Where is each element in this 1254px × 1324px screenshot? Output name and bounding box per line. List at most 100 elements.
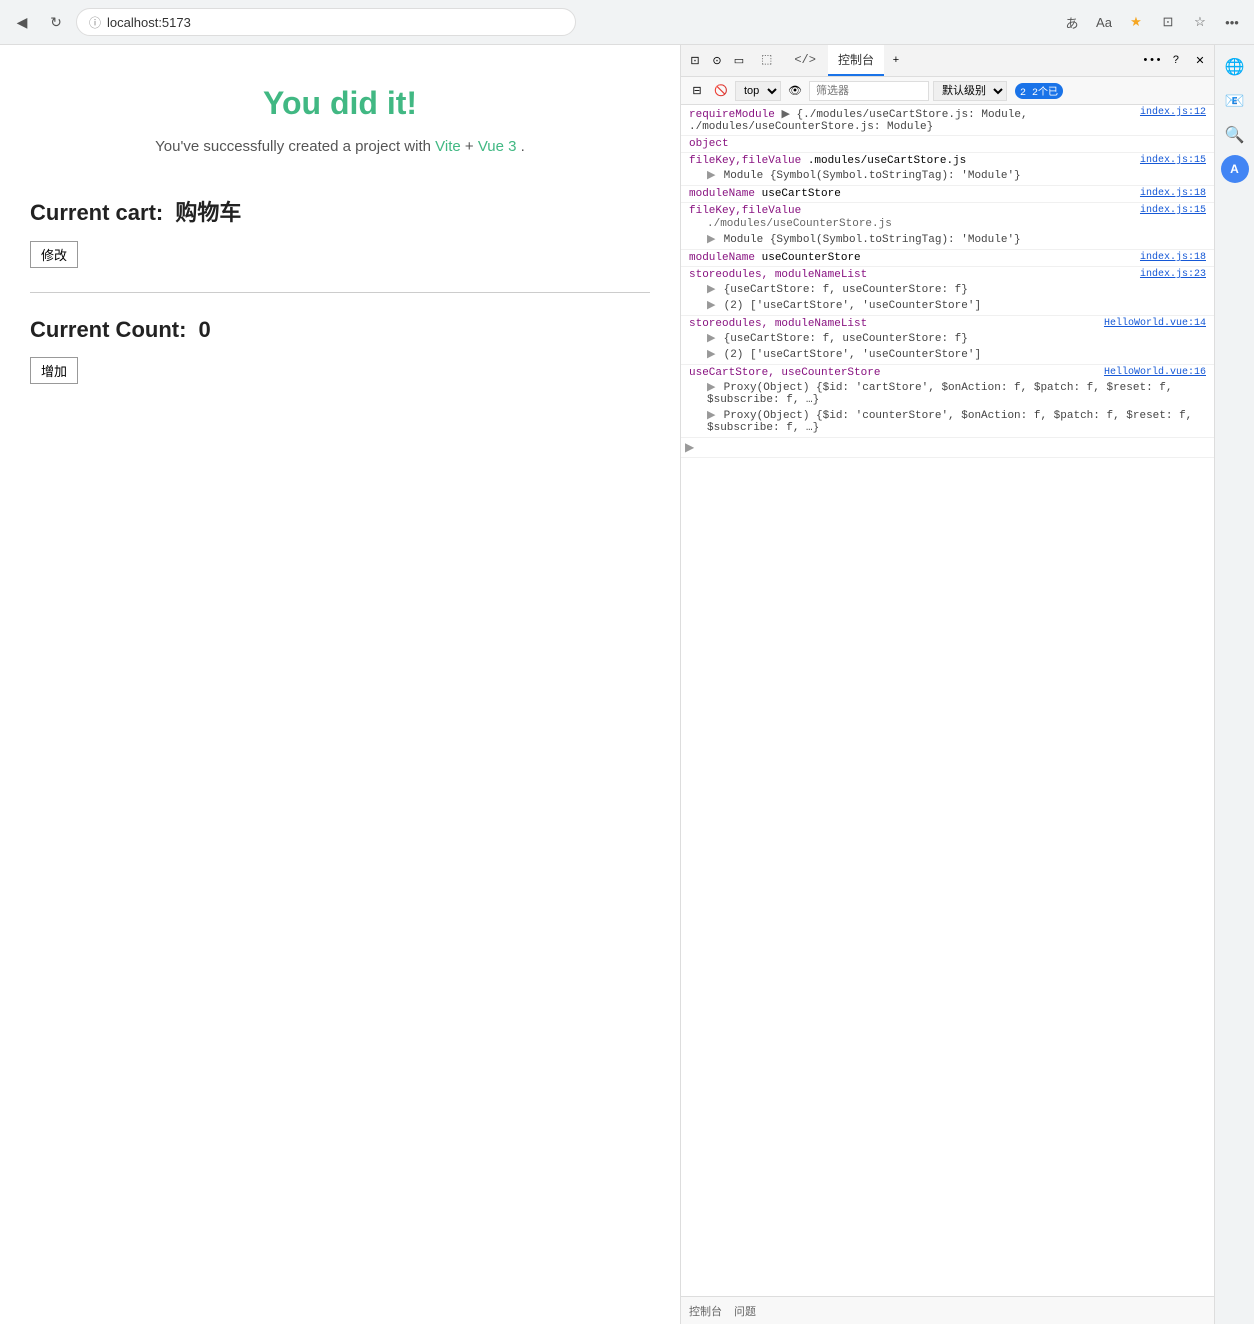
devtools-device-btn[interactable]: ▭ bbox=[729, 51, 749, 71]
page-title: You did it! bbox=[30, 85, 650, 122]
count-title: Current Count: 0 bbox=[30, 317, 650, 343]
console-entry: fileKey,fileValue .modules/useCartStore.… bbox=[681, 153, 1214, 186]
expand-content2: ▶ Module {Symbol(Symbol.toString​Tag): '… bbox=[689, 231, 1206, 247]
entry-row[interactable]: useCartStore, useCounterStore HelloWorld… bbox=[689, 367, 1206, 379]
expand-proxy-text-a: Proxy(Object) {$id: 'cartStore', $onActi… bbox=[707, 382, 1172, 406]
devtools-more-btn[interactable]: ••• bbox=[1142, 51, 1162, 71]
address-text: localhost:5173 bbox=[107, 15, 191, 30]
entry-content: fileKey,fileValue .modules/useCartStore.… bbox=[689, 155, 966, 167]
expand-content-b: ▶ (2) ['useCartStore', 'useCounterStore'… bbox=[689, 297, 1206, 313]
entry-source-link[interactable]: index.js:15 bbox=[1140, 155, 1206, 166]
info-icon: ⓘ bbox=[89, 14, 101, 31]
bottom-issues-tab[interactable]: 问题 bbox=[734, 1303, 756, 1319]
error-count-badge: 2 2个已 bbox=[1015, 83, 1063, 99]
devtools-responsive-btn[interactable]: ⊡ bbox=[685, 51, 705, 71]
entry-source-link[interactable]: index.js:23 bbox=[1140, 269, 1206, 280]
source-icon: </> bbox=[794, 53, 816, 67]
entry-key: moduleName bbox=[689, 252, 755, 264]
filter-input[interactable] bbox=[809, 81, 929, 101]
cart-value: 购物车 bbox=[175, 200, 241, 225]
entry-source-link[interactable]: index.js:12 bbox=[1140, 107, 1206, 118]
elements-icon: ⬚ bbox=[761, 52, 772, 67]
reader-icon[interactable]: Aa bbox=[1090, 8, 1118, 36]
devtools-toolbar: ⊟ 🚫 top 👁 默认级别 2 2个已 bbox=[681, 77, 1214, 105]
entry-space: .modules/useCartStore.js bbox=[808, 155, 966, 167]
devtools-panel: ⊡ ⊙ ▭ ⬚ </> 控制台 + ••• ? ✕ ⊟ 🚫 top bbox=[680, 45, 1214, 1324]
section-divider bbox=[30, 292, 650, 293]
count-label: Current Count: bbox=[30, 317, 186, 342]
devtools-help-btn[interactable]: ? bbox=[1166, 51, 1186, 71]
console-bottom-bar: 控制台 问题 bbox=[681, 1296, 1214, 1324]
expand-arrow: ▶ bbox=[707, 408, 715, 422]
entry-row[interactable]: fileKey,fileValue index.js:15 bbox=[689, 205, 1206, 217]
entry-source-link[interactable]: HelloWorld.vue:14 bbox=[1104, 318, 1206, 329]
sidebar-btn-1[interactable]: 📧 bbox=[1221, 87, 1249, 115]
console-output: requireModule ▶ {./modules/useCartStore.… bbox=[681, 105, 1214, 1296]
browser-chrome: ◀ ↻ ⓘ localhost:5173 あ Aa ★ ⊡ ☆ ••• bbox=[0, 0, 1254, 45]
entry-key: moduleName bbox=[689, 188, 755, 200]
entry-key: useCartStore, useCounterStore bbox=[689, 367, 880, 379]
expand-content: ./modules/useCounterStore.js bbox=[689, 217, 1206, 231]
entry-content: moduleName useCartStore bbox=[689, 188, 841, 200]
devtools-close-btn[interactable]: ✕ bbox=[1190, 51, 1210, 71]
vite-link[interactable]: Vite bbox=[435, 138, 461, 155]
tab-elements[interactable]: ⬚ bbox=[751, 45, 782, 76]
vue3-link[interactable]: Vue 3 bbox=[478, 138, 517, 155]
entry-key: storeodules, moduleNameList bbox=[689, 269, 867, 281]
cart-label: Current cart: bbox=[30, 200, 163, 225]
clear-console-btn[interactable]: 🚫 bbox=[711, 81, 731, 101]
expand-content-a: ▶ {useCartStore: f, useCounterStore: f} bbox=[689, 281, 1206, 297]
entry-row[interactable]: requireModule ▶ {./modules/useCartStore.… bbox=[689, 107, 1206, 133]
entry-row[interactable]: fileKey,fileValue .modules/useCartStore.… bbox=[689, 155, 1206, 167]
expand-icon[interactable]: ▶ bbox=[685, 440, 693, 455]
reload-button[interactable]: ↻ bbox=[42, 8, 70, 36]
entry-row[interactable]: object bbox=[689, 138, 1206, 150]
expand-content: ▶ Module {Symbol(Symbol.toString​Tag): '… bbox=[689, 167, 1206, 183]
log-level-select[interactable]: 默认级别 bbox=[933, 81, 1007, 101]
entry-row[interactable]: moduleName useCounterStore index.js:18 bbox=[689, 252, 1206, 264]
count-section: Current Count: 0 增加 bbox=[30, 317, 650, 384]
entry-key: storeodules, moduleNameList bbox=[689, 318, 867, 330]
entry-key: object bbox=[689, 138, 729, 150]
entry-source-link[interactable]: HelloWorld.vue:16 bbox=[1104, 367, 1206, 378]
tab-source[interactable]: </> bbox=[784, 45, 826, 76]
translate-icon[interactable]: あ bbox=[1058, 8, 1086, 36]
entry-row[interactable]: storeodules, moduleNameList index.js:23 bbox=[689, 269, 1206, 281]
webpage-panel: You did it! You've successfully created … bbox=[0, 45, 680, 1324]
bottom-console-tab[interactable]: 控制台 bbox=[689, 1303, 722, 1319]
console-entry: useCartStore, useCounterStore HelloWorld… bbox=[681, 365, 1214, 438]
entry-key: fileKey,fileValue bbox=[689, 205, 801, 217]
favorites-icon[interactable]: ★ bbox=[1122, 8, 1150, 36]
filter-level-select[interactable]: top bbox=[735, 81, 781, 101]
entry-source-link[interactable]: index.js:18 bbox=[1140, 252, 1206, 263]
entry-source-link[interactable]: index.js:15 bbox=[1140, 205, 1206, 216]
modify-button[interactable]: 修改 bbox=[30, 241, 78, 268]
entry-row[interactable]: storeodules, moduleNameList HelloWorld.v… bbox=[689, 318, 1206, 330]
tab-console[interactable]: 控制台 bbox=[828, 45, 884, 76]
console-entry: storeodules, moduleNameList HelloWorld.v… bbox=[681, 316, 1214, 365]
entry-content: fileKey,fileValue bbox=[689, 205, 801, 217]
split-icon[interactable]: ⊡ bbox=[1154, 8, 1182, 36]
sidebar-btn-2[interactable]: 🔍 bbox=[1221, 121, 1249, 149]
entry-space: useCounterStore bbox=[762, 252, 861, 264]
collections-icon[interactable]: ☆ bbox=[1186, 8, 1214, 36]
tab-add-btn[interactable]: + bbox=[886, 51, 906, 71]
expand-content-b: ▶ (2) ['useCartStore', 'useCounterStore'… bbox=[689, 346, 1206, 362]
sidebar-toggle-btn[interactable]: ⊟ bbox=[687, 81, 707, 101]
add-button[interactable]: 增加 bbox=[30, 357, 78, 384]
expand-arrow: ▶ bbox=[707, 380, 715, 394]
cart-section: Current cart: 购物车 修改 bbox=[30, 195, 650, 268]
console-entry: moduleName useCounterStore index.js:18 bbox=[681, 250, 1214, 267]
devtools-inspect-btn[interactable]: ⊙ bbox=[707, 51, 727, 71]
expand-text-a: {useCartStore: f, useCounterStore: f} bbox=[724, 284, 968, 296]
entry-source-link[interactable]: index.js:18 bbox=[1140, 188, 1206, 199]
entry-row[interactable]: moduleName useCartStore index.js:18 bbox=[689, 188, 1206, 200]
more-icon[interactable]: ••• bbox=[1218, 8, 1246, 36]
expand-arrow: ▶ bbox=[707, 168, 715, 182]
devtools-more: ••• ? ✕ bbox=[1142, 51, 1210, 71]
eye-btn[interactable]: 👁 bbox=[785, 81, 805, 101]
back-button[interactable]: ◀ bbox=[8, 8, 36, 36]
address-bar[interactable]: ⓘ localhost:5173 bbox=[76, 8, 576, 36]
profile-avatar[interactable]: A bbox=[1221, 155, 1249, 183]
subtitle-plus: + bbox=[465, 138, 474, 155]
